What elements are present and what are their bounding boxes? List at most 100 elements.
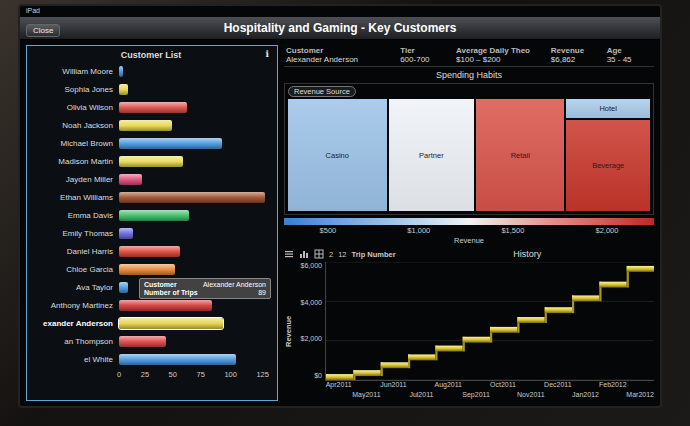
customer-row[interactable]: Olivia Wilson — [31, 98, 271, 116]
revenue-step[interactable] — [435, 346, 462, 361]
customer-row[interactable]: Daniel Harris — [31, 242, 271, 260]
revenue-step[interactable] — [408, 354, 435, 368]
customer-name: Michael Brown — [31, 139, 119, 148]
trips-bar[interactable] — [119, 192, 265, 203]
y-tick: $4,000 — [301, 299, 322, 306]
revenue-step[interactable] — [517, 317, 544, 333]
detail-label: Average Daily Theo — [456, 46, 547, 55]
customer-row[interactable]: Emma Davis — [31, 206, 271, 224]
detail-panel: CustomerAlexander AndersonTier600-700Ave… — [284, 45, 654, 401]
grid-line — [326, 262, 654, 263]
tooltip-label: Number of Trips — [144, 289, 198, 296]
trips-bar[interactable] — [119, 138, 222, 149]
info-icon[interactable]: ℹ — [266, 49, 269, 59]
revenue-step[interactable] — [572, 295, 599, 313]
x-tick: Nov2011 — [517, 391, 545, 401]
dashboard: Customer List ℹ William Moore Sophia Jones O… — [20, 40, 660, 406]
treemap-tile[interactable]: Beverage — [566, 120, 650, 211]
detail-label: Customer — [286, 46, 396, 55]
x-tick: May2011 — [352, 391, 380, 401]
y-tick: $6,000 — [301, 262, 322, 269]
treemap-column: Partner — [389, 99, 475, 211]
treemap-tile[interactable]: Retail — [476, 99, 564, 211]
trips-bar[interactable] — [119, 120, 172, 131]
revenue-step[interactable] — [463, 337, 490, 352]
trips-bar[interactable] — [119, 264, 175, 275]
customer-name: Noah Jackson — [31, 121, 119, 130]
detail-field: Average Daily Theo$100 – $200 — [456, 46, 547, 64]
y-tick: $0 — [314, 372, 322, 379]
trips-bar[interactable] — [119, 246, 180, 257]
detail-value: $6,862 — [551, 55, 603, 64]
history-title: History — [513, 249, 541, 259]
trips-bar[interactable] — [119, 174, 142, 185]
customer-row[interactable]: an Thompson — [31, 332, 271, 350]
treemap-tile[interactable]: Hotel — [566, 99, 650, 118]
revenue-step[interactable] — [326, 374, 353, 380]
bar-track — [119, 227, 265, 239]
revenue-step[interactable] — [627, 266, 654, 288]
revenue-step[interactable] — [353, 370, 380, 380]
customer-row[interactable]: el White — [31, 350, 271, 368]
revenue-source-chip[interactable]: Revenue Source — [288, 86, 356, 97]
legend-gradient — [284, 218, 654, 225]
revenue-step[interactable] — [381, 362, 408, 376]
tablet-photo: iPad CloseHospitality and Gaming - Key Cu… — [0, 0, 690, 426]
customer-name: Emily Thomas — [31, 229, 119, 238]
trips-axis: 0255075100125 — [31, 370, 271, 379]
axis-tick: 50 — [169, 370, 177, 379]
customer-row[interactable]: Michael Brown — [31, 134, 271, 152]
trip-to: 12 — [338, 250, 346, 259]
x-axis-top: Apr2011Jun2011Aug2011Oct2011Dec2011Feb20… — [325, 381, 654, 391]
customer-name: Sophia Jones — [31, 85, 119, 94]
y-axis: $6,000$4,000$2,000$0 — [294, 262, 325, 401]
detail-label: Age — [607, 46, 652, 55]
customer-row[interactable]: exander Anderson — [31, 314, 271, 332]
customer-row[interactable]: William Moore — [31, 62, 271, 80]
customer-row[interactable]: Jayden Miller — [31, 170, 271, 188]
trips-bar[interactable] — [119, 354, 236, 365]
trips-bar[interactable] — [119, 210, 189, 221]
table-icon[interactable] — [314, 249, 324, 259]
detail-value: Alexander Anderson — [286, 55, 396, 64]
trips-bar[interactable] — [119, 156, 183, 167]
customer-name: Madison Martin — [31, 157, 119, 166]
trips-bar[interactable] — [119, 102, 187, 113]
customer-row[interactable]: Sophia Jones — [31, 80, 271, 98]
legend-tick: $1,000 — [407, 226, 430, 235]
trips-bar[interactable] — [119, 336, 166, 347]
treemap-tile[interactable]: Casino — [288, 99, 387, 211]
trips-bar[interactable] — [119, 318, 223, 329]
detail-label: Revenue — [551, 46, 603, 55]
revenue-step[interactable] — [490, 327, 517, 343]
trips-bar[interactable] — [119, 66, 123, 77]
bar-track — [119, 209, 265, 221]
customer-name: exander Anderson — [31, 319, 119, 328]
device-label: iPad — [26, 7, 40, 14]
customer-row[interactable]: Madison Martin — [31, 152, 271, 170]
list-icon[interactable] — [284, 249, 294, 259]
trips-bar[interactable] — [119, 228, 133, 239]
x-tick: Sep2011 — [462, 391, 490, 401]
trips-bar[interactable] — [119, 84, 128, 95]
customer-row[interactable]: Emily Thomas — [31, 224, 271, 242]
customer-list-title: Customer List — [121, 50, 182, 60]
customer-name: Chloe Garcia — [31, 265, 119, 274]
treemap: CasinoPartnerRetailHotel Beverage — [288, 99, 650, 211]
bar-track — [119, 155, 265, 167]
revenue-step[interactable] — [599, 282, 626, 302]
trips-bar[interactable] — [119, 282, 128, 293]
history-panel: 212Trip NumberHistoryRevenue$6,000$4,000… — [284, 248, 654, 401]
trips-bar[interactable] — [119, 300, 212, 311]
revenue-step[interactable] — [545, 307, 572, 323]
close-button[interactable]: Close — [26, 24, 60, 37]
customer-list-panel: Customer List ℹ William Moore Sophia Jones O… — [26, 45, 278, 401]
title-bar: CloseHospitality and Gaming - Key Custom… — [20, 17, 660, 40]
customer-row[interactable]: Ethan Williams — [31, 188, 271, 206]
grid-line — [326, 380, 654, 381]
customer-row[interactable]: Chloe Garcia — [31, 260, 271, 278]
customer-row[interactable]: Noah Jackson — [31, 116, 271, 134]
customer-name: Olivia Wilson — [31, 103, 119, 112]
bar-chart-icon[interactable] — [299, 249, 309, 259]
treemap-tile[interactable]: Partner — [389, 99, 475, 211]
